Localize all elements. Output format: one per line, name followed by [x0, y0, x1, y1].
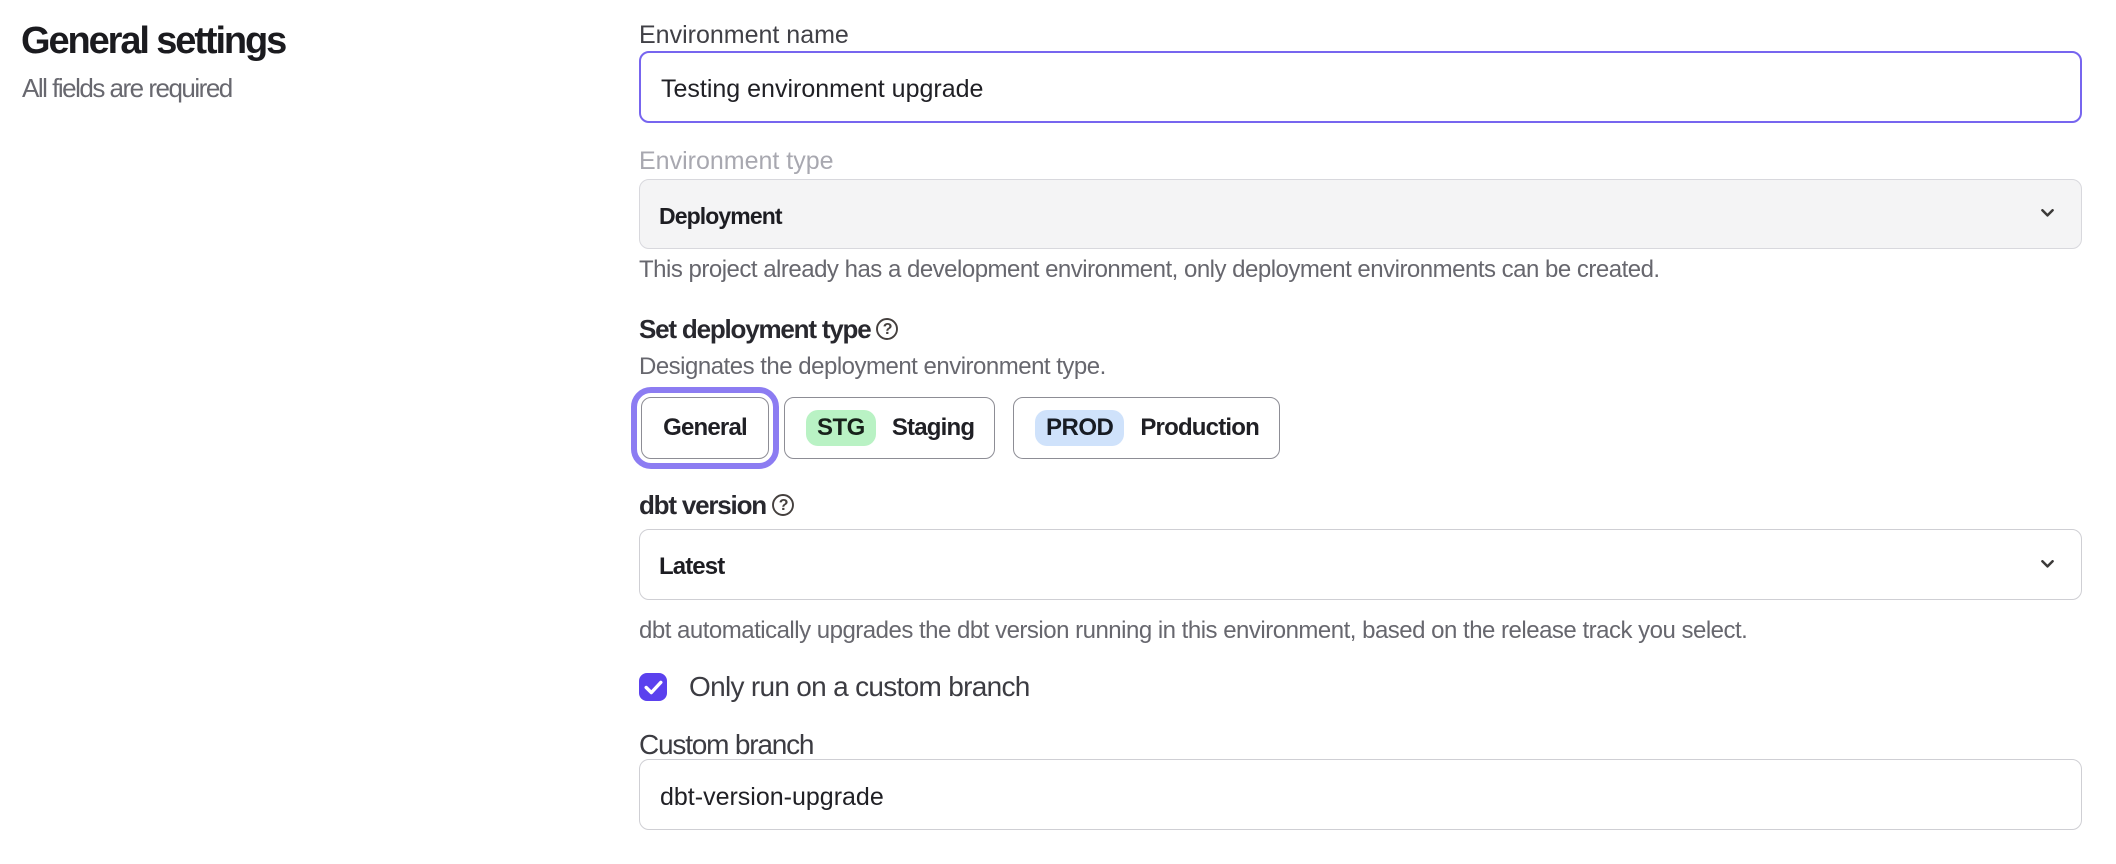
svg-text:?: ?: [883, 321, 892, 338]
svg-text:?: ?: [779, 497, 788, 514]
